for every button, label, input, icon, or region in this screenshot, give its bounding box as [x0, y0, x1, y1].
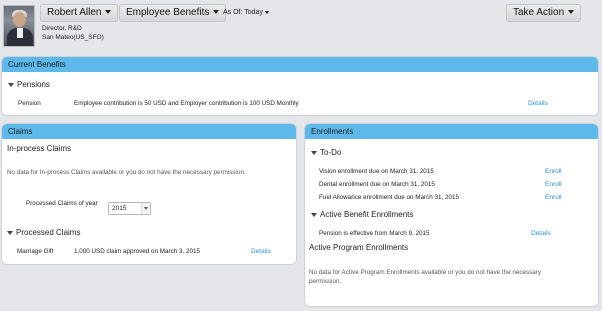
todo-section-toggle[interactable]: To-Do — [311, 148, 341, 157]
chevron-down-icon — [105, 10, 112, 15]
collapse-triangle-icon — [311, 212, 317, 217]
in-process-no-data: No data for In-process Claims available … — [7, 169, 246, 176]
chevron-down-icon — [213, 10, 220, 15]
page-menu-label: Employee Benefits — [126, 7, 210, 18]
chevron-down-icon — [264, 10, 269, 14]
claim-row-text: 1,000 USD claim approved on March 3, 201… — [74, 248, 201, 255]
collapse-triangle-icon — [7, 230, 13, 235]
todo-item-text: Fuel Allowance enrollment due on March 3… — [319, 194, 460, 201]
pensions-section-title: Pensions — [17, 80, 50, 89]
employee-name-label: Robert Allen — [47, 7, 102, 18]
processed-claims-toggle[interactable]: Processed Claims — [7, 228, 80, 237]
pensions-section-toggle[interactable]: Pensions — [8, 80, 50, 89]
active-benefit-text: Pension is effective from March 9, 2015 — [319, 230, 430, 237]
collapse-triangle-icon — [311, 150, 317, 155]
pension-row-label: Pension — [18, 100, 41, 107]
as-of-label: As Of: Today — [223, 9, 263, 16]
collapse-triangle-icon — [8, 82, 14, 87]
enroll-fuel-link[interactable]: Enroll — [545, 194, 562, 201]
header-bar: Robert Allen Employee Benefits As Of: To… — [0, 0, 602, 55]
year-select-value: 2015 — [112, 205, 127, 212]
enrollments-panel: Enrollments To-Do Vision enrollment due … — [305, 124, 598, 306]
chevron-down-icon — [568, 10, 575, 15]
avatar — [3, 5, 35, 47]
claim-row-label: Marriage Gift — [17, 248, 54, 255]
current-benefits-panel: Current Benefits Pensions Pension Employ… — [2, 57, 598, 115]
active-benefit-details-link[interactable]: Details — [531, 230, 551, 237]
employee-location: San Mateo(US_SFO) — [42, 34, 104, 41]
pension-details-link[interactable]: Details — [528, 100, 548, 107]
employee-name-dropdown[interactable]: Robert Allen — [40, 4, 119, 22]
active-benefit-toggle[interactable]: Active Benefit Enrollments — [311, 210, 413, 219]
employee-title: Director, R&D — [42, 25, 82, 32]
chevron-down-icon — [141, 203, 150, 214]
claims-title: Claims — [2, 124, 296, 139]
todo-item-text: Vision enrollment due on March 31, 2015 — [319, 168, 434, 175]
pension-row-text: Employee contribution is 50 USD and Empl… — [74, 100, 299, 107]
year-select[interactable]: 2015 — [108, 202, 151, 215]
page-menu-dropdown[interactable]: Employee Benefits — [119, 4, 227, 22]
active-program-no-data-1: No data for Active Program Enrollments a… — [309, 269, 542, 276]
active-program-no-data-2: permission. — [309, 278, 342, 285]
current-benefits-title: Current Benefits — [2, 57, 598, 72]
active-program-title: Active Program Enrollments — [309, 243, 409, 252]
take-action-button[interactable]: Take Action — [506, 4, 582, 22]
enroll-dental-link[interactable]: Enroll — [545, 181, 562, 188]
processed-claims-title: Processed Claims — [16, 228, 81, 237]
enrollments-title: Enrollments — [305, 124, 598, 139]
claims-panel: Claims In-process Claims No data for In-… — [2, 124, 296, 264]
as-of-dropdown[interactable]: As Of: Today — [223, 9, 269, 16]
enroll-vision-link[interactable]: Enroll — [545, 168, 562, 175]
in-process-claims-title: In-process Claims — [7, 144, 72, 153]
todo-item-text: Dental enrollment due on March 31, 2015 — [319, 181, 435, 188]
take-action-label: Take Action — [513, 7, 565, 18]
active-benefit-title: Active Benefit Enrollments — [320, 210, 414, 219]
todo-section-title: To-Do — [320, 148, 342, 157]
processed-year-label: Processed Claims of year — [26, 200, 98, 207]
claim-details-link[interactable]: Details — [251, 248, 271, 255]
